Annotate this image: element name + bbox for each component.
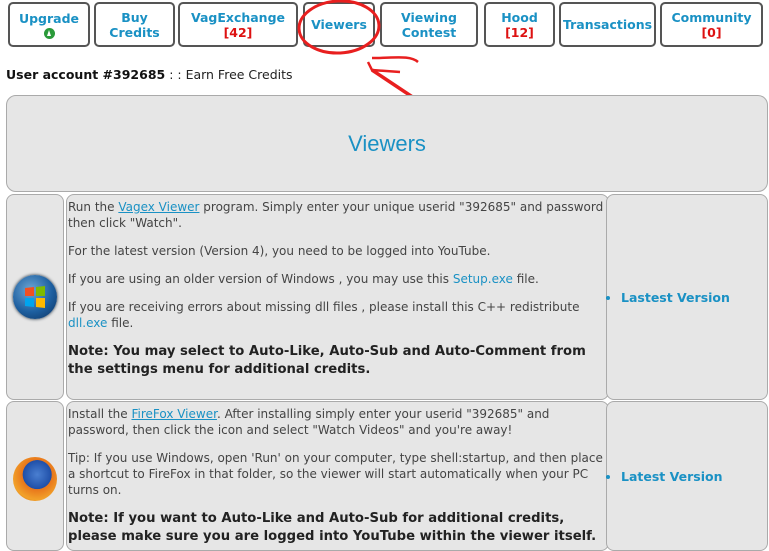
- firefox-viewer-link[interactable]: FireFox Viewer: [131, 407, 216, 421]
- tab-buy-credits[interactable]: Buy Credits: [94, 2, 175, 47]
- paragraph: If you are using an older version of Win…: [68, 271, 604, 287]
- tab-count-badge: [0]: [701, 24, 722, 40]
- latest-version-list: Latest Version: [607, 469, 722, 484]
- tab-viewing-contest[interactable]: Viewing Contest: [380, 2, 478, 47]
- firefox-viewer-row: Install the FireFox Viewer. After instal…: [6, 401, 768, 551]
- page-title: Viewers: [348, 130, 426, 156]
- page-title-box: Viewers: [6, 95, 768, 192]
- note-text: Note: If you want to Auto-Like and Auto-…: [68, 511, 597, 544]
- tab-upgrade[interactable]: Upgrade: [8, 2, 90, 47]
- text: file.: [107, 316, 134, 330]
- account-subtitle: Earn Free Credits: [185, 67, 293, 82]
- latest-version-link[interactable]: Latest Version: [621, 469, 722, 484]
- firefox-instructions: Install the FireFox Viewer. After instal…: [66, 401, 609, 551]
- paragraph: Install the FireFox Viewer. After instal…: [68, 406, 604, 438]
- text: If you are receiving errors about missin…: [68, 300, 580, 314]
- latest-version-link[interactable]: Lastest Version: [621, 290, 730, 305]
- side-cell: Latest Version: [606, 401, 768, 551]
- side-cell: Lastest Version: [606, 194, 768, 400]
- text: file.: [512, 272, 539, 286]
- text: Install the: [68, 407, 132, 421]
- tab-count-badge: [12]: [505, 24, 534, 40]
- tab-hood[interactable]: Hood [12]: [484, 2, 555, 47]
- tab-label: VagExchange: [190, 9, 286, 25]
- paragraph: Tip: If you use Windows, open 'Run' on y…: [68, 451, 603, 497]
- tab-label: Upgrade: [18, 10, 80, 26]
- latest-version-list: Lastest Version: [607, 290, 730, 305]
- icon-cell: [6, 194, 64, 400]
- tab-label: Viewing Contest: [401, 9, 457, 40]
- top-navigation: Upgrade Buy Credits VagExchange [42] Vie…: [0, 0, 769, 56]
- paragraph: If you are receiving errors about missin…: [68, 299, 604, 331]
- windows-instructions: Run the Vagex Viewer program. Simply ent…: [66, 194, 609, 400]
- account-number: User account #392685: [6, 67, 166, 82]
- account-line: User account #392685 : : Earn Free Credi…: [6, 67, 293, 82]
- windows-logo-icon: [13, 275, 57, 319]
- note-text: Note: You may select to Auto-Like, Auto-…: [68, 344, 586, 377]
- windows-viewer-row: Run the Vagex Viewer program. Simply ent…: [6, 194, 768, 400]
- text: If you are using an older version of Win…: [68, 272, 453, 286]
- firefox-logo-icon: [13, 457, 57, 501]
- tab-transactions[interactable]: Transactions: [559, 2, 656, 47]
- text: Run the: [68, 200, 119, 214]
- paragraph: For the latest version (Version 4), you …: [68, 244, 491, 258]
- paragraph: Run the Vagex Viewer program. Simply ent…: [68, 199, 604, 231]
- tab-label: Community: [671, 9, 752, 25]
- icon-cell: [6, 401, 64, 551]
- tab-viewers[interactable]: Viewers: [303, 2, 375, 47]
- tab-label: Transactions: [562, 17, 653, 32]
- vagex-viewer-link[interactable]: Vagex Viewer: [118, 200, 199, 214]
- tab-label: Hood: [501, 9, 538, 25]
- tab-label: Buy Credits: [109, 9, 160, 40]
- tab-vagexchange[interactable]: VagExchange [42]: [178, 2, 298, 47]
- separator: : :: [165, 67, 186, 82]
- tab-community[interactable]: Community [0]: [660, 2, 763, 47]
- setup-exe-link[interactable]: Setup.exe: [453, 272, 513, 286]
- tab-count-badge: [42]: [223, 24, 253, 40]
- tab-label: Viewers: [311, 17, 367, 32]
- upgrade-arrow-icon: [43, 27, 55, 39]
- dll-exe-link[interactable]: dll.exe: [68, 316, 107, 330]
